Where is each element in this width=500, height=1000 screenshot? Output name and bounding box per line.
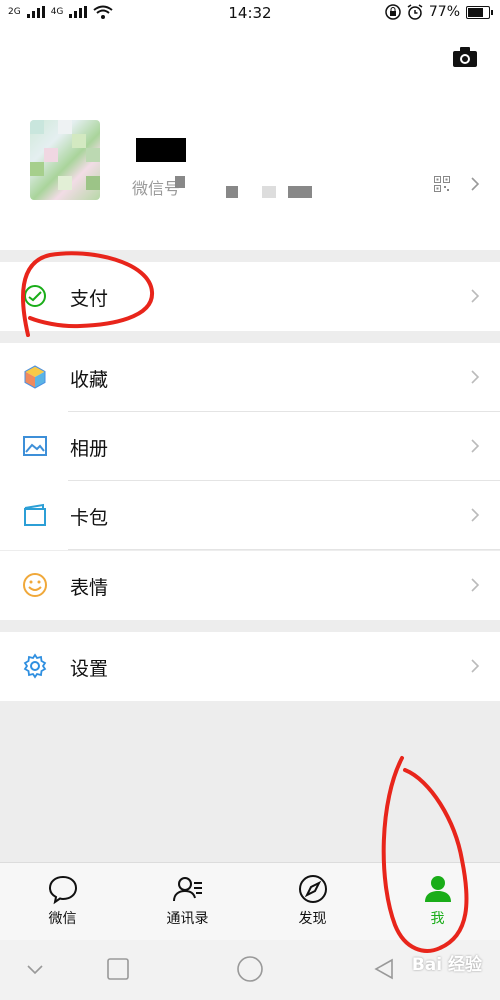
- cube-icon: [24, 365, 46, 389]
- menu-item-pay[interactable]: 支付: [0, 262, 500, 331]
- status-bar: 2G 4G 14:32 77%: [0, 0, 500, 28]
- chevron-right-icon: [471, 659, 480, 673]
- battery-icon: [466, 5, 493, 19]
- alarm-icon: [407, 4, 423, 20]
- tab-chats[interactable]: 微信: [0, 863, 125, 941]
- tab-label: 通讯录: [166, 911, 209, 927]
- divider: [68, 549, 500, 550]
- wechat-pay-icon: [24, 285, 46, 307]
- avatar[interactable]: [30, 120, 100, 200]
- lock-icon: [385, 4, 401, 20]
- tab-bar: 微信 通讯录 发现 我: [0, 862, 500, 941]
- menu-item-label: 设置: [70, 658, 109, 680]
- tab-label: 我: [430, 911, 445, 927]
- back-triangle-icon[interactable]: [370, 954, 400, 984]
- menu-item-cards[interactable]: 卡包: [0, 481, 500, 550]
- chevron-right-icon: [471, 289, 480, 303]
- menu-item-album[interactable]: 相册: [0, 412, 500, 481]
- chevron-down-icon[interactable]: [20, 954, 50, 984]
- wallet-icon: [24, 503, 46, 526]
- nickname-redaction: [136, 138, 186, 162]
- status-icons: 77%: [385, 4, 493, 20]
- contacts-icon: [173, 877, 202, 902]
- menu-item-label: 收藏: [70, 369, 109, 391]
- qr-code-icon[interactable]: [434, 176, 450, 192]
- tab-discover[interactable]: 发现: [250, 863, 375, 941]
- battery-level: [468, 7, 483, 17]
- battery-percent: 77%: [428, 4, 460, 20]
- gear-icon: [23, 653, 47, 679]
- chevron-right-icon: [471, 508, 480, 522]
- chevron-right-icon[interactable]: [470, 176, 480, 192]
- menu-item-stickers[interactable]: 表情: [0, 551, 500, 620]
- smiley-icon: [23, 573, 47, 597]
- chevron-right-icon: [471, 439, 480, 453]
- profile-header[interactable]: 微信号: [0, 28, 500, 250]
- menu-item-favorites[interactable]: 收藏: [0, 343, 500, 412]
- compass-icon: [299, 875, 327, 903]
- square-icon[interactable]: [103, 954, 133, 984]
- circle-icon[interactable]: [235, 954, 265, 984]
- menu-item-label: 支付: [70, 288, 109, 310]
- tab-me[interactable]: 我: [375, 863, 500, 941]
- menu-item-settings[interactable]: 设置: [0, 632, 500, 701]
- person-icon: [425, 876, 451, 902]
- chevron-right-icon: [471, 578, 480, 592]
- tab-label: 发现: [298, 911, 327, 927]
- image-icon: [23, 436, 47, 456]
- tab-label: 微信: [48, 911, 77, 927]
- camera-icon[interactable]: [452, 46, 478, 68]
- menu-item-label: 表情: [70, 577, 109, 599]
- wechat-id-label: 微信号: [132, 179, 181, 198]
- chat-bubble-icon: [48, 875, 78, 905]
- chevron-right-icon: [471, 370, 480, 384]
- tab-contacts[interactable]: 通讯录: [125, 863, 250, 941]
- menu-item-label: 相册: [70, 438, 109, 460]
- menu-item-label: 卡包: [70, 507, 109, 529]
- watermark: Bai 经验: [411, 955, 482, 975]
